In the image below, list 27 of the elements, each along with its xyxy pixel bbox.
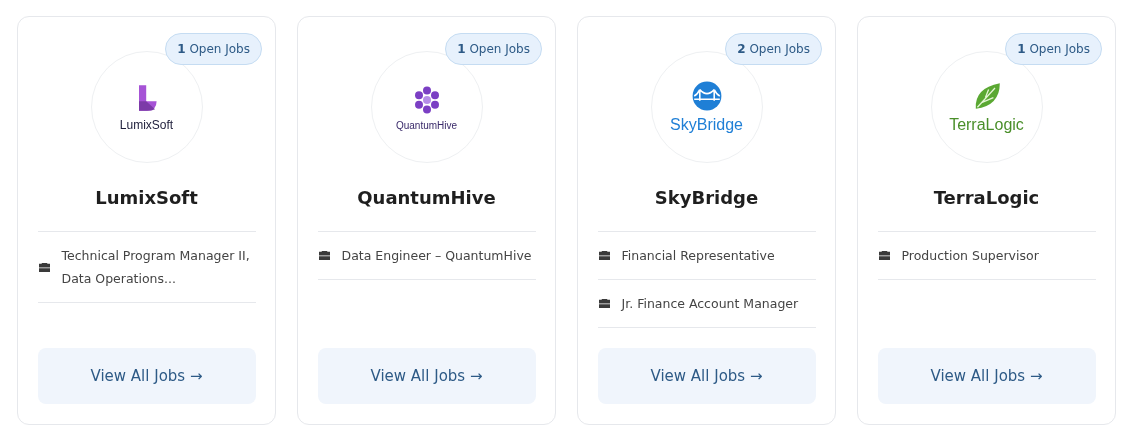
job-title[interactable]: Financial Representative (621, 244, 775, 267)
bridge-logo-icon (690, 80, 723, 112)
open-jobs-badge: 1 Open Jobs (445, 33, 542, 65)
company-name: QuantumHive (357, 187, 496, 208)
view-all-jobs-button[interactable]: View All Jobs → (877, 348, 1096, 404)
job-title[interactable]: Jr. Finance Account Manager (621, 292, 799, 315)
briefcase-icon (37, 261, 51, 273)
logo-text: QuantumHive (395, 119, 458, 131)
company-name: TerraLogic (933, 187, 1040, 208)
briefcase-icon (597, 250, 611, 261)
open-jobs-badge: 1 Open Jobs (165, 33, 262, 65)
logo-text: LumixSoft (119, 118, 174, 132)
logo-text: TerraLogic (949, 116, 1024, 134)
view-all-jobs-button[interactable]: View All Jobs → (597, 348, 816, 404)
company-name: LumixSoft (95, 187, 198, 208)
briefcase-icon (597, 298, 611, 309)
job-title[interactable]: Data Engineer – QuantumHive (341, 244, 532, 267)
briefcase-icon (877, 250, 891, 261)
job-title[interactable]: Technical Program Manager II, Data Operations... (61, 244, 256, 290)
job-title[interactable]: Production Supervisor (901, 244, 1039, 267)
briefcase-icon (317, 250, 331, 261)
open-jobs-badge: 2 Open Jobs (725, 33, 822, 65)
view-all-jobs-button[interactable]: View All Jobs → (37, 348, 256, 404)
open-jobs-badge: 1 Open Jobs (1005, 33, 1102, 65)
logo-text: SkyBridge (670, 116, 743, 134)
view-all-jobs-button[interactable]: View All Jobs → (317, 348, 536, 404)
company-name: SkyBridge (654, 187, 759, 208)
